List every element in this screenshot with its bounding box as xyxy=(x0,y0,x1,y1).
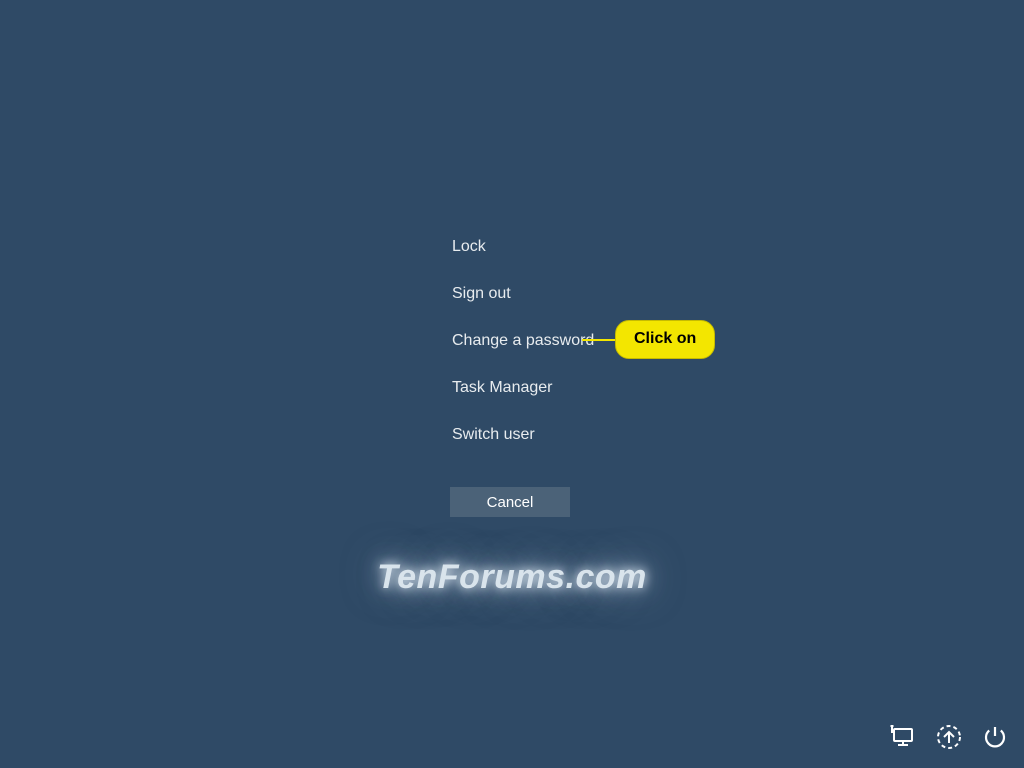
power-icon[interactable] xyxy=(982,724,1008,750)
menu-item-lock[interactable]: Lock xyxy=(452,238,486,256)
menu-item-change-password[interactable]: Change a password xyxy=(452,332,594,350)
menu-item-switch-user[interactable]: Switch user xyxy=(452,426,535,444)
menu-item-task-manager[interactable]: Task Manager xyxy=(452,379,553,397)
network-icon[interactable] xyxy=(890,724,916,750)
cancel-button[interactable]: Cancel xyxy=(450,487,570,517)
security-options-menu: Lock Sign out Change a password Task Man… xyxy=(452,238,752,473)
ease-of-access-icon[interactable] xyxy=(936,724,962,750)
menu-item-sign-out[interactable]: Sign out xyxy=(452,285,511,303)
watermark-text: TenForums.com xyxy=(377,558,647,597)
corner-icon-bar xyxy=(890,724,1008,750)
